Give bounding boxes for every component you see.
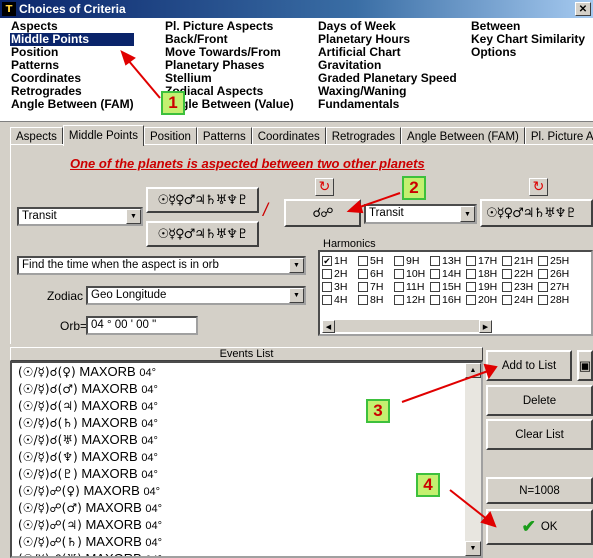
step-marker-3: 3 <box>366 399 390 423</box>
step-marker-2: 2 <box>402 176 426 200</box>
annotation-arrow-1 <box>127 59 161 99</box>
annotation-arrowhead-2 <box>346 200 364 214</box>
annotation-arrow-2 <box>356 192 401 209</box>
annotation-arrowhead-1 <box>120 50 136 66</box>
choices-of-criteria-window: T Choices of Criteria ✕ Aspects Middle Po… <box>0 0 593 558</box>
annotation-arrow-4 <box>449 489 489 521</box>
annotation-overlay <box>120 50 498 528</box>
annotation-arrow-3 <box>401 370 489 403</box>
step-marker-4: 4 <box>416 473 440 497</box>
tab[interactable]: Middle Points <box>62 125 144 146</box>
annotation-arrowhead-3 <box>483 363 498 380</box>
step-marker-1: 1 <box>161 91 185 115</box>
annotation-arrowhead-4 <box>480 511 497 528</box>
